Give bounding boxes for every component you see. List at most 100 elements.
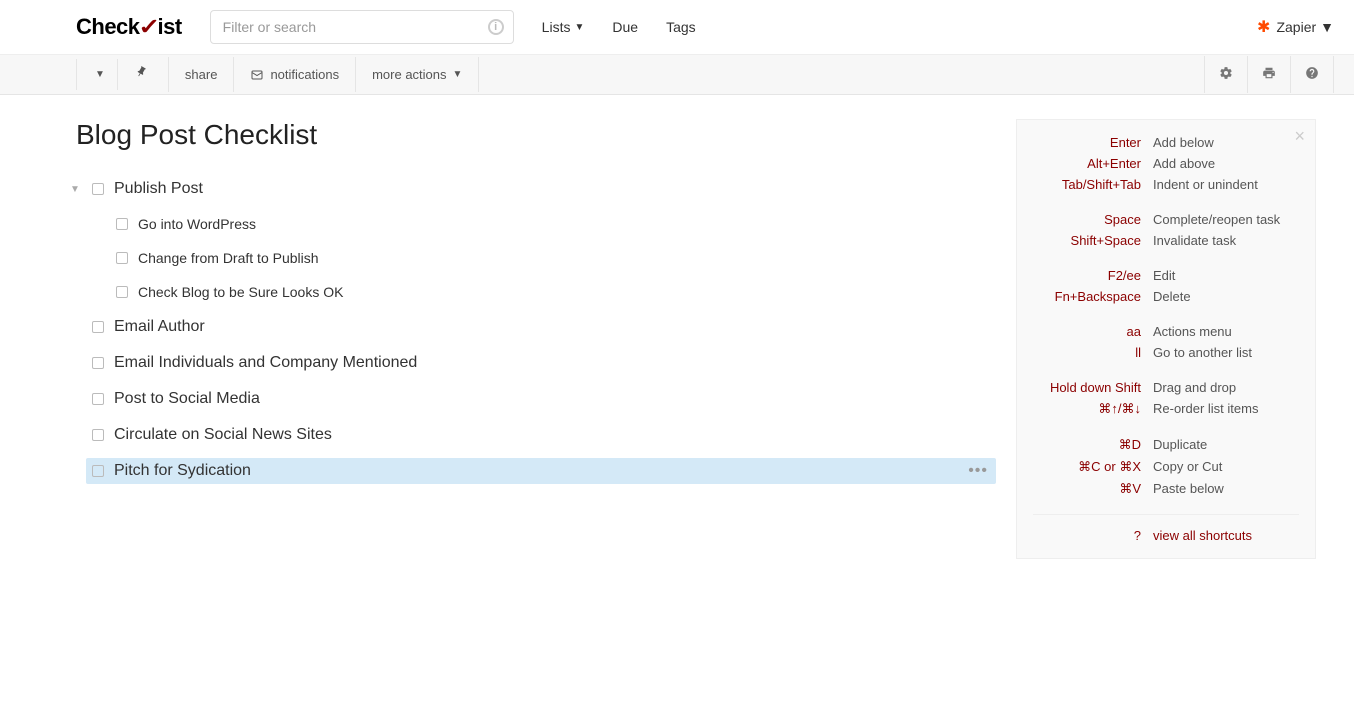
toolbar-dropdown[interactable]: ▼ (76, 59, 118, 90)
shortcut-key: F2/ee (1033, 268, 1153, 283)
shortcut-desc: Copy or Cut (1153, 459, 1299, 475)
shortcut-group: EnterAdd belowAlt+EnterAdd aboveTab/Shif… (1033, 132, 1299, 195)
item-row[interactable]: Pitch for Sydication••• (86, 458, 996, 484)
more-icon[interactable]: ••• (968, 462, 988, 480)
shortcut-footer[interactable]: ? view all shortcuts (1033, 514, 1299, 546)
nav-lists[interactable]: Lists ▼ (542, 19, 585, 35)
help-button[interactable] (1290, 56, 1334, 93)
checkbox[interactable] (92, 321, 104, 333)
shortcut-footer-key: ? (1033, 528, 1153, 543)
toolbar-notifications[interactable]: notifications (234, 57, 356, 92)
list-item[interactable]: Circulate on Social News Sites (86, 417, 996, 453)
user-menu[interactable]: ✱ Zapier ▼ (1257, 17, 1334, 37)
item-row[interactable]: Change from Draft to Publish (110, 246, 996, 270)
caret-down-icon: ▼ (453, 69, 463, 80)
shortcut-row: Tab/Shift+TabIndent or unindent (1033, 174, 1299, 195)
item-text: Check Blog to be Sure Looks OK (138, 284, 343, 300)
toolbar-share-label: share (185, 67, 218, 82)
list-item[interactable]: Email Individuals and Company Mentioned (86, 345, 996, 381)
shortcut-desc: Edit (1153, 268, 1299, 283)
item-row[interactable]: Check Blog to be Sure Looks OK (110, 280, 996, 304)
shortcut-desc: Drag and drop (1153, 380, 1299, 395)
list-item[interactable]: Go into WordPress (86, 207, 996, 241)
shortcut-row: SpaceComplete/reopen task (1033, 209, 1299, 230)
shortcut-desc: Complete/reopen task (1153, 212, 1299, 227)
list-item[interactable]: ▼Publish Post (86, 171, 996, 207)
envelope-icon (250, 69, 264, 81)
shortcut-row: Fn+BackspaceDelete (1033, 286, 1299, 307)
shortcut-key: ⌘C or ⌘X (1033, 459, 1153, 475)
shortcut-key: Shift+Space (1033, 233, 1153, 248)
shortcut-row: aaActions menu (1033, 321, 1299, 342)
checkbox[interactable] (92, 357, 104, 369)
printer-icon (1262, 66, 1276, 80)
checkbox[interactable] (92, 429, 104, 441)
checkbox[interactable] (92, 465, 104, 477)
main: Blog Post Checklist ▼Publish PostGo into… (0, 95, 1354, 579)
list-item[interactable]: Check Blog to be Sure Looks OK (86, 275, 996, 309)
shortcut-desc: Delete (1153, 289, 1299, 304)
list-item[interactable]: Post to Social Media (86, 381, 996, 417)
shortcut-row: ⌘VPaste below (1033, 478, 1299, 500)
logo-text-1: Check (76, 14, 140, 39)
shortcut-key: ll (1033, 345, 1153, 360)
shortcut-key: ⌘D (1033, 437, 1153, 453)
list-item[interactable]: Change from Draft to Publish (86, 241, 996, 275)
item-row[interactable]: Go into WordPress (110, 212, 996, 236)
item-text: Email Individuals and Company Mentioned (114, 354, 417, 372)
shortcut-row: EnterAdd below (1033, 132, 1299, 153)
shortcut-row: ⌘↑/⌘↓Re-order list items (1033, 398, 1299, 420)
caret-down-icon: ▼ (95, 69, 105, 80)
item-row[interactable]: Email Author (86, 314, 996, 340)
shortcut-desc: Add above (1153, 156, 1299, 171)
shortcut-key: ⌘V (1033, 481, 1153, 497)
print-button[interactable] (1247, 56, 1290, 93)
item-row[interactable]: Post to Social Media (86, 386, 996, 412)
zapier-icon: ✱ (1257, 17, 1270, 37)
pin-icon (131, 64, 154, 86)
shortcut-group: F2/eeEditFn+BackspaceDelete (1033, 265, 1299, 307)
search-input[interactable] (210, 10, 514, 44)
shortcut-desc: Add below (1153, 135, 1299, 150)
checkbox[interactable] (92, 183, 104, 195)
search-box: i (210, 10, 514, 44)
checkbox[interactable] (116, 286, 128, 298)
toolbar-pin[interactable] (118, 57, 169, 92)
toolbar-share[interactable]: share (169, 57, 235, 92)
shortcut-key: Space (1033, 212, 1153, 227)
help-icon (1305, 66, 1319, 80)
checkbox[interactable] (116, 252, 128, 264)
nav-lists-label: Lists (542, 19, 571, 35)
nav-tags[interactable]: Tags (666, 19, 696, 35)
item-row[interactable]: Email Individuals and Company Mentioned (86, 350, 996, 376)
shortcut-desc: Actions menu (1153, 324, 1299, 339)
toolbar-more-actions[interactable]: more actions ▼ (356, 57, 479, 92)
shortcut-group: SpaceComplete/reopen taskShift+SpaceInva… (1033, 209, 1299, 251)
info-icon[interactable]: i (488, 19, 504, 35)
nav-tags-label: Tags (666, 19, 696, 35)
nav-due[interactable]: Due (612, 19, 638, 35)
item-row[interactable]: Circulate on Social News Sites (86, 422, 996, 448)
settings-button[interactable] (1204, 56, 1247, 93)
list-item[interactable]: Email Author (86, 309, 996, 345)
shortcut-key: aa (1033, 324, 1153, 339)
shortcut-key: ⌘↑/⌘↓ (1033, 401, 1153, 417)
shortcut-desc: Re-order list items (1153, 401, 1299, 417)
shortcut-key: Fn+Backspace (1033, 289, 1153, 304)
shortcut-row: ⌘C or ⌘XCopy or Cut (1033, 456, 1299, 478)
expand-toggle-icon[interactable]: ▼ (70, 184, 84, 195)
shortcut-row: llGo to another list (1033, 342, 1299, 363)
toolbar: ▼ share notifications more actions ▼ (0, 55, 1354, 95)
list-item[interactable]: Pitch for Sydication••• (86, 453, 996, 489)
item-text: Post to Social Media (114, 390, 260, 408)
header: Check✓ist i Lists ▼ Due Tags ✱ Zapier ▼ (0, 0, 1354, 55)
item-row[interactable]: Publish Post (86, 176, 996, 202)
shortcut-row: ⌘DDuplicate (1033, 434, 1299, 456)
checkbox[interactable] (116, 218, 128, 230)
shortcut-group: ⌘DDuplicate⌘C or ⌘XCopy or Cut⌘VPaste be… (1033, 434, 1299, 500)
shortcut-row: Shift+SpaceInvalidate task (1033, 230, 1299, 251)
logo[interactable]: Check✓ist (76, 14, 182, 40)
close-icon[interactable]: × (1294, 126, 1305, 147)
shortcut-row: F2/eeEdit (1033, 265, 1299, 286)
checkbox[interactable] (92, 393, 104, 405)
